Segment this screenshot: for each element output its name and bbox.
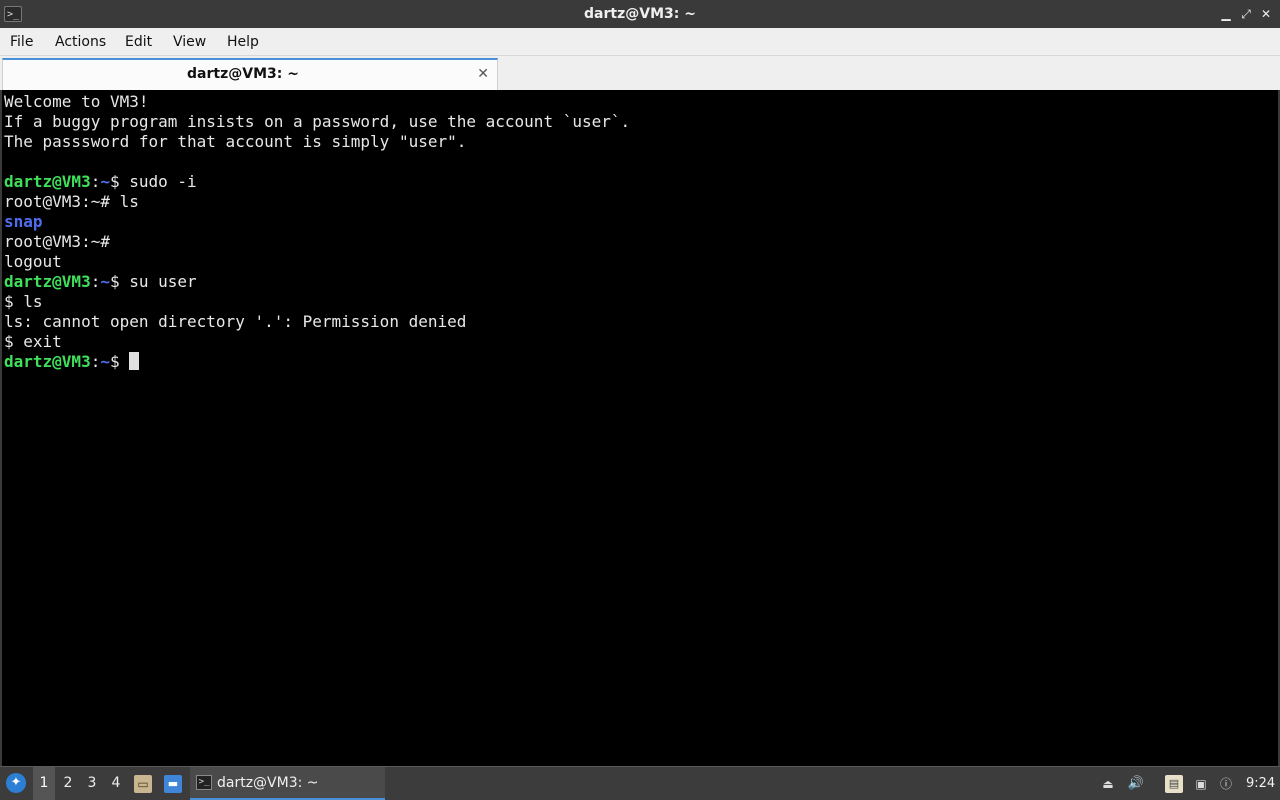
terminal-cursor bbox=[129, 352, 140, 370]
menu-actions[interactable]: Actions bbox=[55, 28, 106, 56]
terminal-line: $ ls bbox=[4, 292, 630, 312]
terminal-text: $ exit bbox=[4, 332, 62, 351]
directory-entry: snap bbox=[4, 212, 43, 231]
terminal-text: $ bbox=[109, 352, 130, 371]
menu-view[interactable]: View bbox=[173, 28, 206, 56]
menu-edit[interactable]: Edit bbox=[125, 28, 152, 56]
terminal-line: dartz@VM3:~$ sudo -i bbox=[4, 172, 630, 192]
terminal-text: $ ls bbox=[4, 292, 43, 311]
terminal-line: root@VM3:~# bbox=[4, 232, 630, 252]
tab-bar: dartz@VM3: ~ ✕ bbox=[0, 56, 1280, 90]
tab-terminal[interactable]: dartz@VM3: ~ ✕ bbox=[2, 58, 498, 90]
menu-bar: File Actions Edit View Help bbox=[0, 28, 1280, 56]
terminal-text: ls: cannot open directory '.': Permissio… bbox=[4, 312, 467, 331]
network-icon[interactable]: ▣ bbox=[1192, 775, 1210, 793]
minimize-button[interactable]: ▁ bbox=[1218, 6, 1234, 22]
start-menu-icon[interactable]: ✦ bbox=[6, 773, 26, 793]
terminal-text: $ su user bbox=[109, 272, 197, 291]
file-manager-icon[interactable]: ▭ bbox=[134, 775, 152, 793]
terminal-line: Welcome to VM3! bbox=[4, 92, 630, 112]
volume-icon[interactable]: 🔊 bbox=[1127, 775, 1145, 793]
terminal-text: root@VM3:~# bbox=[4, 232, 110, 251]
terminal-output[interactable]: Welcome to VM3! If a buggy program insist… bbox=[0, 90, 1280, 766]
desktop-2-button[interactable]: 2 bbox=[57, 767, 79, 800]
window-title: dartz@VM3: ~ bbox=[584, 6, 696, 22]
terminal-line: ls: cannot open directory '.': Permissio… bbox=[4, 312, 630, 332]
tab-label: dartz@VM3: ~ bbox=[187, 66, 299, 82]
desktop-3-button[interactable]: 3 bbox=[81, 767, 103, 800]
terminal-line: The passsword for that account is simply… bbox=[4, 132, 630, 152]
terminal-line: $ exit bbox=[4, 332, 630, 352]
terminal-text: Welcome to VM3! bbox=[4, 92, 149, 111]
terminal-text: : bbox=[90, 172, 101, 191]
clock[interactable]: 9:24 bbox=[1246, 767, 1275, 800]
prompt-user: dartz@VM3 bbox=[4, 272, 91, 291]
prompt-user: dartz@VM3 bbox=[4, 352, 91, 371]
terminal-line: dartz@VM3:~$ su user bbox=[4, 272, 630, 292]
terminal-text: logout bbox=[4, 252, 62, 271]
desktop-1-button[interactable]: 1 bbox=[33, 767, 55, 800]
eject-icon[interactable]: ⏏ bbox=[1099, 775, 1117, 793]
terminal-icon: >_ bbox=[196, 775, 212, 790]
clipboard-icon[interactable]: ▤ bbox=[1165, 775, 1183, 793]
terminal-line: logout bbox=[4, 252, 630, 272]
prompt-user: dartz@VM3 bbox=[4, 172, 91, 191]
maximize-button[interactable]: ⤢ bbox=[1238, 6, 1254, 22]
terminal-line: root@VM3:~# ls bbox=[4, 192, 630, 212]
prompt-dir: ~ bbox=[100, 272, 110, 291]
taskbar: ✦ 1 2 3 4 ▭ ▬ >_ dartz@VM3: ~ ⏏ 🔊 ▤ ▣ ⓘ … bbox=[0, 766, 1280, 800]
terminal-line: dartz@VM3:~$ bbox=[4, 352, 630, 372]
terminal-line: If a buggy program insists on a password… bbox=[4, 112, 630, 132]
terminal-line: snap bbox=[4, 212, 630, 232]
terminal-text: If a buggy program insists on a password… bbox=[4, 112, 631, 131]
desktop-4-button[interactable]: 4 bbox=[105, 767, 127, 800]
prompt-dir: ~ bbox=[100, 172, 110, 191]
terminal-lines: Welcome to VM3! If a buggy program insist… bbox=[4, 92, 630, 372]
terminal-text: : bbox=[90, 272, 101, 291]
task-label: dartz@VM3: ~ bbox=[217, 775, 319, 791]
taskbar-terminal-task[interactable]: >_ dartz@VM3: ~ bbox=[190, 767, 385, 800]
tab-close-icon[interactable]: ✕ bbox=[477, 65, 489, 83]
show-desktop-icon[interactable]: ▬ bbox=[164, 775, 182, 793]
terminal-text: : bbox=[90, 352, 101, 371]
terminal-text: root@VM3:~# ls bbox=[4, 192, 139, 211]
notification-icon[interactable]: ⓘ bbox=[1217, 775, 1235, 793]
menu-file[interactable]: File bbox=[10, 28, 33, 56]
prompt-dir: ~ bbox=[100, 352, 110, 371]
terminal-text: $ sudo -i bbox=[109, 172, 197, 191]
window-titlebar[interactable]: >_ dartz@VM3: ~ ▁ ⤢ ✕ bbox=[0, 0, 1280, 28]
menu-help[interactable]: Help bbox=[227, 28, 259, 56]
close-button[interactable]: ✕ bbox=[1258, 6, 1274, 22]
terminal-text: The passsword for that account is simply… bbox=[4, 132, 467, 151]
